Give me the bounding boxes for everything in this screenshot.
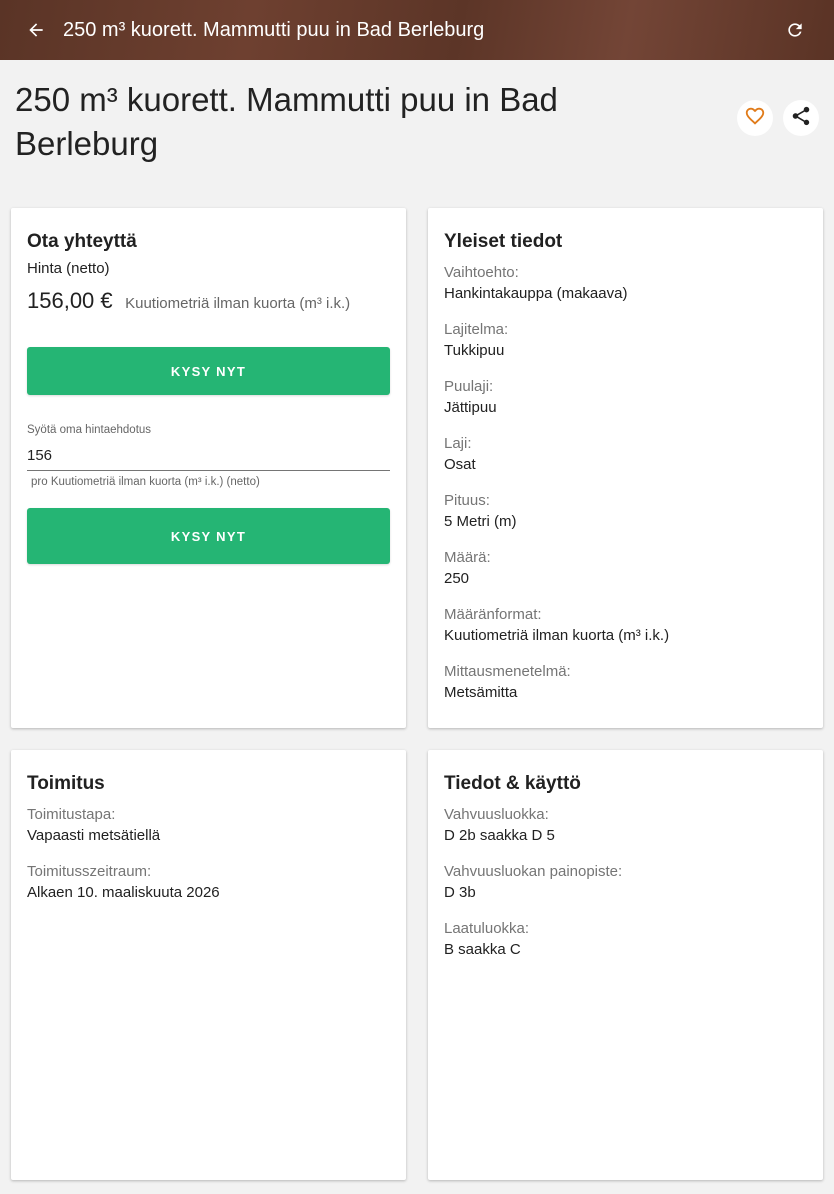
field-value: Jättipuu [444,399,497,416]
field-label: Puulaji: [444,378,494,395]
field-strength-class: Vahvuusluokka: D 2b saakka D 5 [444,805,555,847]
app-bar-title: 250 m³ kuorett. Mammutti puu in Bad Berl… [63,19,485,41]
field-value: D 3b [444,884,476,901]
info-heading: Tiedot & käyttö [444,773,581,794]
offer-hint: pro Kuutiometriä ilman kuorta (m³ i.k.) … [31,476,260,488]
field-strength-focus: Vahvuusluokan painopiste: D 3b [444,862,622,904]
field-value: B saakka C [444,941,521,958]
favorite-button[interactable] [737,100,773,136]
delivery-card: Toimitus Toimitustapa: Vapaasti metsätie… [11,750,406,1180]
field-label: Vahvuusluokan painopiste: [444,863,623,880]
share-button[interactable] [783,100,819,136]
field-value: Tukkipuu [444,342,505,359]
field-label: Laatuluokka: [444,920,530,937]
field-delivery-method: Toimitustapa: Vapaasti metsätiellä [27,805,160,847]
info-usage-card: Tiedot & käyttö Vahvuusluokka: D 2b saak… [428,750,823,1180]
field-measurement-method: Mittausmenetelmä: Metsämitta [444,662,571,704]
field-type: Laji: Osat [444,434,476,476]
field-value: 5 Metri (m) [444,513,517,530]
field-value: Metsämitta [444,684,518,701]
arrow-left-icon[interactable] [24,18,48,42]
field-label: Vahvuusluokka: [444,806,549,823]
field-label: Toimitustapa: [27,806,116,823]
field-label: Lajitelma: [444,321,509,338]
contact-heading: Ota yhteyttä [27,231,137,252]
general-heading: Yleiset tiedot [444,231,563,252]
field-quantity: Määrä: 250 [444,548,491,590]
share-icon [790,105,812,132]
heart-outline-icon [744,105,766,132]
page-title: 250 m³ kuorett. Mammutti puu in Bad Berl… [15,81,558,162]
field-label: Toimitusszeitraum: [27,863,152,880]
field-label: Pituus: [444,492,490,509]
offer-label: Syötä oma hintaehdotus [27,424,152,436]
price-row: 156,00 € Kuutiometriä ilman kuorta (m³ i… [27,288,387,317]
field-label: Määränformat: [444,606,542,623]
field-value: Osat [444,456,476,473]
price-label: Hinta (netto) [27,260,110,277]
field-value: Hankintakauppa (makaava) [444,285,628,302]
ask-now-button[interactable]: KYSY NYT [27,347,390,395]
app-bar: 250 m³ kuorett. Mammutti puu in Bad Berl… [0,0,834,60]
field-quality-class: Laatuluokka: B saakka C [444,919,529,961]
field-label: Vaihtoehto: [444,264,519,281]
field-value: Vapaasti metsätiellä [27,827,161,844]
field-value: Kuutiometriä ilman kuorta (m³ i.k.) [444,627,670,644]
ask-now-offer-button[interactable]: KYSY NYT [27,508,390,564]
field-option: Vaihtoehto: Hankintakauppa (makaava) [444,263,627,305]
price-unit: Kuutiometriä ilman kuorta (m³ i.k.) [125,295,351,312]
field-value: 250 [444,570,470,587]
field-value: D 2b saakka D 5 [444,827,555,844]
field-wood-species: Puulaji: Jättipuu [444,377,497,419]
field-length: Pituus: 5 Metri (m) [444,491,517,533]
refresh-icon[interactable] [783,18,807,42]
field-assortment: Lajitelma: Tukkipuu [444,320,508,362]
price-value: 156,00 € [27,288,113,313]
general-info-card: Yleiset tiedot Vaihtoehto: Hankintakaupp… [428,208,823,728]
field-delivery-period: Toimitusszeitraum: Alkaen 10. maaliskuut… [27,862,220,904]
offer-input[interactable] [27,440,390,471]
field-label: Laji: [444,435,472,452]
field-label: Määrä: [444,549,491,566]
field-label: Mittausmenetelmä: [444,663,571,680]
field-quantity-format: Määränformat: Kuutiometriä ilman kuorta … [444,605,669,647]
delivery-heading: Toimitus [27,773,105,794]
contact-card: Ota yhteyttä Hinta (netto) 156,00 € Kuut… [11,208,406,728]
field-value: Alkaen 10. maaliskuuta 2026 [27,884,220,901]
